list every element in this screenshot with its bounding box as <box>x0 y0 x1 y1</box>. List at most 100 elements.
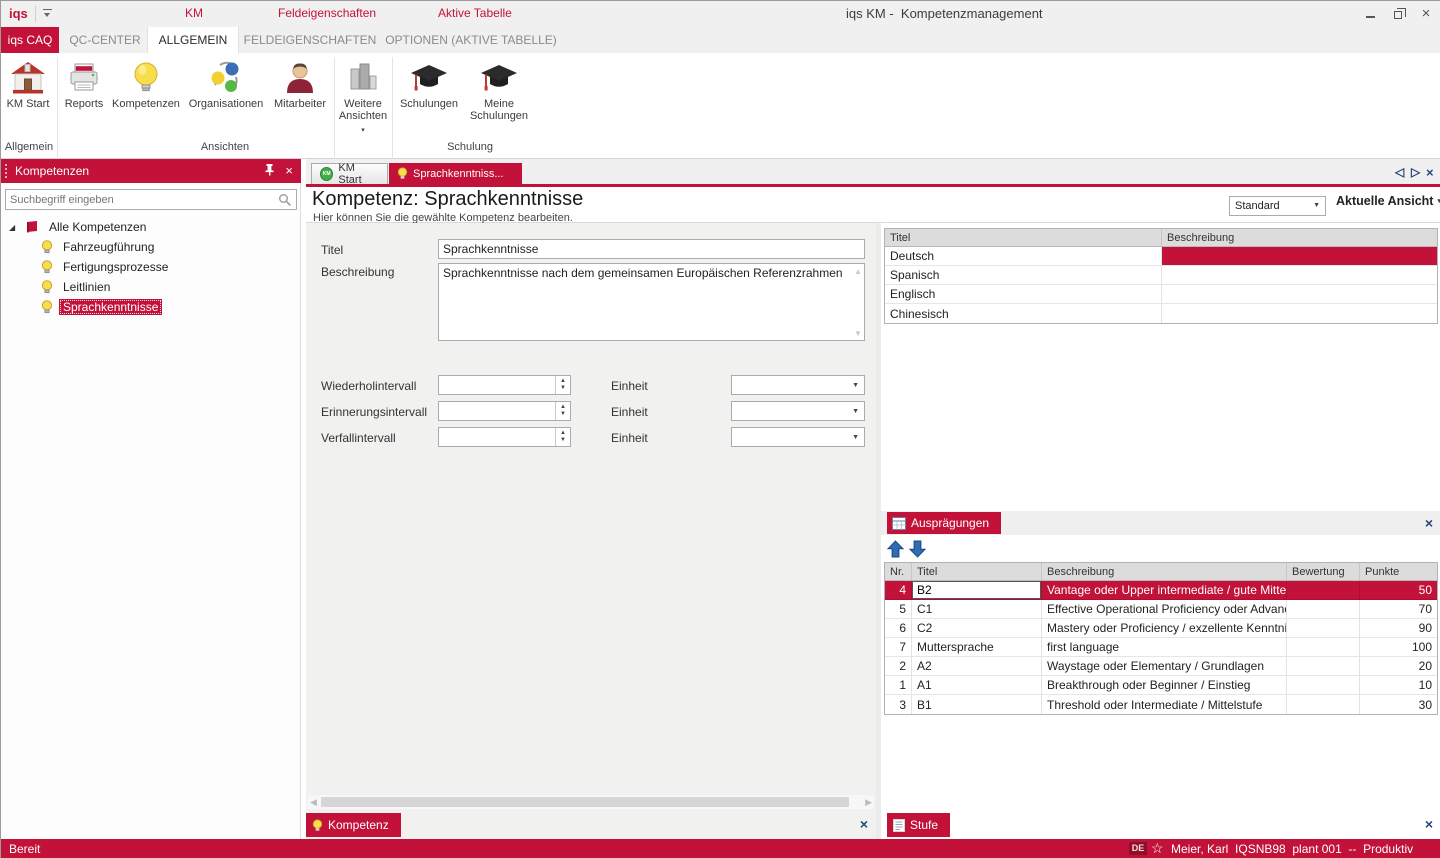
de-flag-badge[interactable]: DE <box>1129 842 1147 855</box>
erinnerungsintervall-input[interactable]: ▲▼ <box>438 401 571 421</box>
cell-bewertung[interactable] <box>1287 638 1360 657</box>
column-header-bewertung[interactable]: Bewertung <box>1287 563 1360 581</box>
table-row[interactable]: Spanisch <box>885 266 1437 285</box>
cell-titel[interactable]: C2 <box>912 619 1042 638</box>
cell-punkte[interactable]: 100 <box>1360 638 1437 657</box>
scroll-right-icon[interactable]: ▶ <box>865 797 872 808</box>
doc-tab-km-start[interactable]: KM KM Start <box>311 163 388 184</box>
close-icon[interactable]: × <box>285 163 293 178</box>
tree-item-selected[interactable]: Sprachkenntnisse <box>1 297 301 317</box>
cell-bewertung[interactable] <box>1287 619 1360 638</box>
tree-root-row[interactable]: ◢ Alle Kompetenzen <box>1 217 301 237</box>
tree-item[interactable]: Leitlinien <box>1 277 301 297</box>
tab-optionen-aktive-tabelle[interactable]: OPTIONEN (AKTIVE TABELLE) <box>381 27 561 53</box>
tree-item-label[interactable]: Fahrzeugführung <box>59 239 158 255</box>
tree-item[interactable]: Fertigungsprozesse <box>1 257 301 277</box>
cell-beschreibung[interactable]: Waystage oder Elementary / Grundlagen <box>1042 657 1287 676</box>
favorite-star-icon[interactable]: ☆ <box>1151 840 1164 857</box>
table-row[interactable]: 2 A2 Waystage oder Elementary / Grundlag… <box>885 657 1437 676</box>
spinner-buttons[interactable]: ▲▼ <box>555 376 570 394</box>
schulungen-button[interactable]: Schulungen <box>397 57 461 110</box>
cell-beschreibung[interactable]: Breakthrough oder Beginner / Einstieg <box>1042 676 1287 695</box>
cell-punkte[interactable]: 30 <box>1360 695 1437 714</box>
cell-titel[interactable]: Englisch <box>885 285 1162 304</box>
panel-header[interactable]: Kompetenzen × <box>1 159 301 183</box>
table-row[interactable]: 1 A1 Breakthrough oder Beginner / Einsti… <box>885 676 1437 695</box>
cell-bewertung[interactable] <box>1287 657 1360 676</box>
weitere-ansichten-button[interactable]: Weitere Ansichten ▾ <box>337 57 389 137</box>
reports-button[interactable]: Reports <box>61 57 107 110</box>
cell-beschreibung[interactable]: Mastery oder Proficiency / exzellente Ke… <box>1042 619 1287 638</box>
cell-nr[interactable]: 6 <box>885 619 912 638</box>
cell-titel[interactable]: Spanisch <box>885 266 1162 285</box>
restore-button[interactable] <box>1387 4 1409 23</box>
cell-beschreibung-selected[interactable] <box>1162 247 1437 266</box>
pin-icon[interactable] <box>264 163 275 179</box>
context-tab-km[interactable]: KM <box>185 6 203 20</box>
einheit-dropdown[interactable]: ▼ <box>731 427 865 447</box>
search-input[interactable] <box>10 191 275 208</box>
column-header-beschreibung[interactable]: Beschreibung <box>1162 229 1437 247</box>
tree-expander-icon[interactable]: ◢ <box>9 223 19 232</box>
tab-qc-center[interactable]: QC-CENTER <box>63 27 147 53</box>
cell-beschreibung[interactable] <box>1162 304 1437 323</box>
cell-beschreibung[interactable]: Effective Operational Proficiency oder A… <box>1042 600 1287 619</box>
context-tab-aktive-tabelle[interactable]: Aktive Tabelle <box>438 6 512 20</box>
view-dropdown[interactable]: Standard ▼ <box>1229 196 1326 216</box>
close-icon[interactable]: × <box>1425 816 1433 832</box>
table-header-row[interactable]: Titel Beschreibung <box>885 229 1437 247</box>
close-doc-icon[interactable]: × <box>1426 165 1434 180</box>
cell-titel[interactable]: Deutsch <box>885 247 1162 266</box>
wiederholintervall-value[interactable] <box>441 377 551 393</box>
verfallintervall-input[interactable]: ▲▼ <box>438 427 571 447</box>
table-row[interactable]: Chinesisch <box>885 304 1437 323</box>
organisationen-button[interactable]: Organisationen <box>185 57 267 110</box>
cell-titel[interactable]: A2 <box>912 657 1042 676</box>
mitarbeiter-button[interactable]: Mitarbeiter <box>269 57 331 110</box>
cell-beschreibung[interactable]: Threshold oder Intermediate / Mittelstuf… <box>1042 695 1287 714</box>
tree-item-label[interactable]: Fertigungsprozesse <box>59 259 172 275</box>
tab-allgemein[interactable]: ALLGEMEIN <box>147 27 239 53</box>
cell-nr[interactable]: 3 <box>885 695 912 714</box>
close-button[interactable]: × <box>1415 4 1437 23</box>
table-row[interactable]: Deutsch <box>885 247 1437 266</box>
drag-grip-icon[interactable] <box>5 164 7 178</box>
titel-input[interactable] <box>438 239 865 259</box>
kompetenz-bottom-tab[interactable]: Kompetenz <box>306 813 401 837</box>
km-start-button[interactable]: KM Start <box>5 57 51 110</box>
column-header-punkte[interactable]: Punkte <box>1360 563 1437 581</box>
spinner-buttons[interactable]: ▲▼ <box>555 402 570 420</box>
cell-nr[interactable]: 7 <box>885 638 912 657</box>
table-row[interactable]: 5 C1 Effective Operational Proficiency o… <box>885 600 1437 619</box>
tab-iqs-caq[interactable]: iqs CAQ <box>1 27 59 53</box>
cell-nr[interactable]: 1 <box>885 676 912 695</box>
table-header-row[interactable]: Nr. Titel Beschreibung Bewertung Punkte <box>885 563 1437 581</box>
verfallintervall-value[interactable] <box>441 429 551 445</box>
search-icon[interactable] <box>278 193 292 210</box>
cell-punkte[interactable]: 20 <box>1360 657 1437 676</box>
scroll-left-icon[interactable]: ◀ <box>310 797 317 808</box>
spin-up-icon[interactable]: ▲ <box>560 378 566 385</box>
tab-feldeigenschaften[interactable]: FELDEIGENSCHAFTEN <box>243 27 377 53</box>
move-down-button[interactable] <box>909 540 926 561</box>
minimize-button[interactable] <box>1359 4 1381 23</box>
scrollbar-thumb[interactable] <box>321 797 849 807</box>
spin-down-icon[interactable]: ▼ <box>560 437 566 444</box>
tree-item[interactable]: Fahrzeugführung <box>1 237 301 257</box>
stufe-bottom-tab[interactable]: Stufe <box>887 813 950 837</box>
table-row[interactable]: Englisch <box>885 285 1437 304</box>
table-row[interactable]: 3 B1 Threshold oder Intermediate / Mitte… <box>885 695 1437 714</box>
wiederholintervall-input[interactable]: ▲▼ <box>438 375 571 395</box>
table-row-selected[interactable]: 4 B2 Vantage oder Upper intermediate / g… <box>885 581 1437 600</box>
cell-beschreibung[interactable]: Vantage oder Upper intermediate / gute M… <box>1042 581 1287 600</box>
meine-schulungen-button[interactable]: Meine Schulungen <box>463 57 535 122</box>
aktuelle-ansicht-button[interactable]: Aktuelle Ansicht▾ <box>1336 194 1440 208</box>
cell-punkte[interactable]: 50 <box>1360 581 1437 600</box>
move-up-button[interactable] <box>887 540 904 561</box>
tree-root-label[interactable]: Alle Kompetenzen <box>45 219 150 235</box>
doc-tab-sprachkenntnisse[interactable]: Sprachkenntniss... <box>389 163 522 184</box>
cell-nr[interactable]: 5 <box>885 600 912 619</box>
spin-up-icon[interactable]: ▲ <box>560 404 566 411</box>
cell-nr[interactable]: 4 <box>885 581 912 600</box>
auspraegungen-tab[interactable]: Ausprägungen <box>887 512 1001 534</box>
